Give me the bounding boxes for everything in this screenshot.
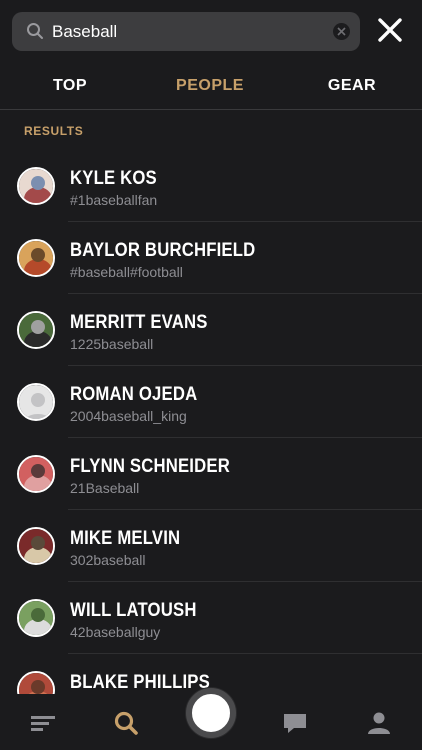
search-input[interactable]	[52, 12, 332, 51]
result-row[interactable]: WILL LATOUSH 42baseballguy	[17, 582, 422, 654]
profile-photo	[19, 601, 53, 635]
clear-icon	[337, 27, 346, 36]
clear-search-button[interactable]	[333, 23, 350, 40]
avatar[interactable]	[17, 239, 55, 277]
user-name: BLAKE PHILLIPS	[70, 672, 210, 693]
result-row[interactable]: BLAKE PHILLIPS	[17, 654, 422, 694]
result-row[interactable]: FLYNN SCHNEIDER 21Baseball	[17, 438, 422, 510]
result-row[interactable]: BAYLOR BURCHFIELD #baseball#football	[17, 222, 422, 294]
close-icon[interactable]	[376, 16, 404, 44]
user-name: WILL LATOUSH	[70, 600, 197, 621]
bottom-navigation	[0, 688, 422, 750]
result-row[interactable]: MERRITT EVANS 1225baseball	[17, 294, 422, 366]
search-icon	[27, 23, 43, 39]
user-name: MIKE MELVIN	[70, 528, 181, 549]
profile-photo	[19, 241, 53, 275]
search-header	[0, 0, 422, 62]
search-field[interactable]	[12, 12, 360, 51]
profile-photo	[19, 457, 53, 491]
avatar[interactable]	[17, 455, 55, 493]
profile-photo	[19, 169, 53, 203]
profile-photo	[19, 313, 53, 347]
profile-photo	[19, 673, 53, 694]
result-row[interactable]: MIKE MELVIN 302baseball	[17, 510, 422, 582]
tab-gear[interactable]: GEAR	[292, 62, 412, 110]
avatar[interactable]	[17, 599, 55, 637]
avatar[interactable]	[17, 527, 55, 565]
result-row[interactable]: ROMAN OJEDA 2004baseball_king	[17, 366, 422, 438]
tab-people[interactable]: PEOPLE	[150, 62, 270, 110]
search-tabs: TOP PEOPLE GEAR	[0, 62, 422, 110]
default-avatar-icon	[19, 385, 53, 419]
results-list: KYLE KOS #1baseballfan BAYLOR BURCHFIELD…	[0, 150, 422, 694]
profile-icon[interactable]	[366, 710, 392, 736]
avatar[interactable]	[17, 167, 55, 205]
avatar[interactable]	[17, 671, 55, 694]
messages-icon[interactable]	[282, 710, 308, 736]
user-name: KYLE KOS	[70, 168, 157, 189]
avatar[interactable]	[17, 311, 55, 349]
result-row[interactable]: KYLE KOS #1baseballfan	[17, 150, 422, 222]
user-handle: 21Baseball	[70, 480, 140, 496]
user-handle: 2004baseball_king	[70, 408, 187, 424]
user-name: ROMAN OJEDA	[70, 384, 198, 405]
search-icon[interactable]	[113, 710, 139, 736]
user-handle: 1225baseball	[70, 336, 154, 352]
user-handle: 302baseball	[70, 552, 146, 568]
user-name: FLYNN SCHNEIDER	[70, 456, 230, 477]
user-handle: #1baseballfan	[70, 192, 158, 208]
tab-top[interactable]: TOP	[10, 62, 130, 110]
avatar[interactable]	[17, 383, 55, 421]
user-handle: 42baseballguy	[70, 624, 161, 640]
user-name: MERRITT EVANS	[70, 312, 208, 333]
profile-photo	[19, 529, 53, 563]
user-name: BAYLOR BURCHFIELD	[70, 240, 256, 261]
feed-icon[interactable]	[30, 710, 56, 736]
results-heading: RESULTS	[24, 124, 84, 138]
capture-button[interactable]	[186, 688, 236, 738]
user-handle: #baseball#football	[70, 264, 183, 280]
